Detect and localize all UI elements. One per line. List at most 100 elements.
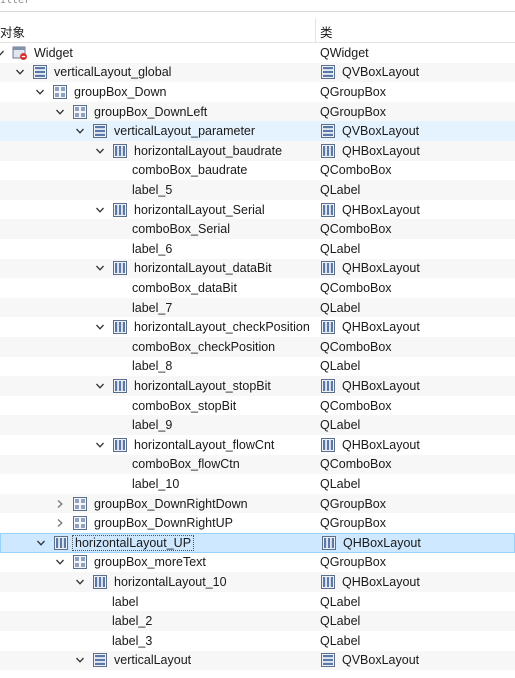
tree-row[interactable]: label_10 QLabel — [0, 474, 515, 494]
expand-arrow-down-icon[interactable] — [94, 321, 106, 333]
expand-arrow-down-icon[interactable] — [34, 86, 46, 98]
tree-row[interactable]: label_7 QLabel — [0, 297, 515, 318]
expand-arrow-down-icon[interactable] — [0, 47, 6, 59]
class-cell: QHBoxLayout — [320, 376, 420, 396]
hbox-icon — [320, 319, 336, 335]
tree-row[interactable]: comboBox_Serial QComboBox — [0, 219, 515, 239]
tree-row[interactable]: horizontalLayout_UP QHBoxLayout — [0, 533, 515, 553]
tree-row[interactable]: groupBox_DownLeft QGroupBox — [0, 101, 515, 122]
column-header-class[interactable]: 类 — [320, 22, 333, 41]
object-name[interactable]: verticalLayout_global — [54, 65, 171, 79]
expand-arrow-down-icon[interactable] — [54, 106, 66, 118]
object-cell: label — [94, 592, 138, 612]
expand-arrow-right-icon[interactable] — [54, 517, 66, 529]
tree-row[interactable]: label_8 QLabel — [0, 357, 515, 377]
tree-row[interactable]: groupBox_DownRightDown QGroupBox — [0, 493, 515, 514]
tree-row[interactable]: verticalLayout_parameter QVBoxLayout — [0, 121, 515, 141]
expand-arrow-down-icon[interactable] — [94, 204, 106, 216]
object-name[interactable]: horizontalLayout_Serial — [134, 203, 265, 217]
object-name[interactable]: verticalLayout_parameter — [114, 124, 255, 138]
tree-row[interactable]: horizontalLayout_Serial QHBoxLayout — [0, 200, 515, 220]
object-cell: horizontalLayout_stopBit — [94, 376, 271, 396]
class-name: QVBoxLayout — [342, 124, 420, 139]
expand-arrow-down-icon[interactable] — [94, 262, 106, 274]
groupbox-icon — [72, 515, 88, 531]
object-name[interactable]: label_2 — [112, 614, 152, 628]
tree-row[interactable]: horizontalLayout_10 QHBoxLayout — [0, 572, 515, 592]
tree-row[interactable]: horizontalLayout_checkPosition QHBoxLayou… — [0, 317, 515, 337]
tree-row[interactable]: horizontalLayout_dataBit QHBoxLayout — [0, 258, 515, 279]
class-cell: QGroupBox — [320, 494, 386, 514]
object-name[interactable]: horizontalLayout_10 — [114, 575, 227, 589]
column-divider[interactable] — [315, 18, 316, 42]
object-name[interactable]: comboBox_flowCtn — [132, 457, 240, 471]
tree-row[interactable]: Widget QWidget — [0, 43, 515, 63]
expand-arrow-down-icon[interactable] — [74, 576, 86, 588]
object-name[interactable]: comboBox_baudrate — [132, 163, 247, 177]
tree-row[interactable]: comboBox_baudrate QComboBox — [0, 161, 515, 181]
tree-row[interactable]: horizontalLayout_stopBit QHBoxLayout — [0, 376, 515, 396]
expand-arrow-down-icon[interactable] — [74, 654, 86, 666]
tree-row[interactable]: label_9 QLabel — [0, 415, 515, 435]
object-name[interactable]: groupBox_moreText — [94, 555, 206, 569]
object-name[interactable]: horizontalLayout_flowCnt — [134, 438, 274, 452]
expand-arrow-down-icon[interactable] — [35, 537, 47, 549]
object-name[interactable]: comboBox_dataBit — [132, 281, 237, 295]
object-name[interactable]: label_7 — [132, 301, 172, 315]
object-name[interactable]: comboBox_Serial — [132, 222, 230, 236]
tree-row[interactable]: comboBox_checkPosition QComboBox — [0, 337, 515, 357]
object-name[interactable]: horizontalLayout_dataBit — [134, 261, 272, 275]
expand-arrow-down-icon[interactable] — [54, 556, 66, 568]
tree-row[interactable]: groupBox_moreText QGroupBox — [0, 553, 515, 573]
object-name[interactable]: label_8 — [132, 359, 172, 373]
object-name[interactable]: groupBox_Down — [74, 85, 166, 99]
object-name[interactable]: label — [112, 595, 138, 609]
tree-row[interactable]: groupBox_DownRightUP QGroupBox — [0, 513, 515, 533]
object-name[interactable]: verticalLayout — [114, 653, 191, 667]
tree-row[interactable]: horizontalLayout_flowCnt QHBoxLayout — [0, 435, 515, 455]
tree-row[interactable]: label_5 QLabel — [0, 180, 515, 200]
column-header-object[interactable]: 对象 — [0, 22, 25, 41]
expand-arrow-down-icon[interactable] — [94, 145, 106, 157]
expand-arrow-down-icon[interactable] — [94, 380, 106, 392]
object-name[interactable]: groupBox_DownRightUP — [94, 516, 233, 530]
tree-row[interactable]: comboBox_stopBit QComboBox — [0, 396, 515, 416]
object-name[interactable]: groupBox_DownRightDown — [94, 497, 248, 511]
object-name[interactable]: comboBox_stopBit — [132, 399, 236, 413]
tree-row[interactable]: label QLabel — [0, 592, 515, 612]
object-name[interactable]: label_9 — [132, 418, 172, 432]
object-name[interactable]: horizontalLayout_checkPosition — [134, 320, 310, 334]
tree-row[interactable]: label_3 QLabel — [0, 631, 515, 651]
hbox-icon — [320, 437, 336, 453]
object-cell: verticalLayout — [74, 651, 191, 671]
class-name: QWidget — [320, 45, 369, 60]
expand-arrow-down-icon[interactable] — [14, 66, 26, 78]
object-name[interactable]: label_6 — [132, 242, 172, 256]
tree-row[interactable]: comboBox_dataBit QComboBox — [0, 278, 515, 298]
object-name[interactable]: horizontalLayout_stopBit — [134, 379, 271, 393]
object-name[interactable]: label_10 — [132, 477, 179, 491]
object-name[interactable]: comboBox_checkPosition — [132, 340, 275, 354]
groupbox-icon — [72, 104, 88, 120]
object-name[interactable]: horizontalLayout_baudrate — [134, 144, 282, 158]
filter-input[interactable]: ilter — [0, 0, 515, 12]
tree-row[interactable]: label_2 QLabel — [0, 611, 515, 631]
object-name[interactable]: horizontalLayout_UP — [72, 534, 195, 551]
object-name[interactable]: groupBox_DownLeft — [94, 105, 207, 119]
class-cell: QWidget — [320, 43, 369, 63]
object-name[interactable]: label_5 — [132, 183, 172, 197]
tree-row[interactable]: horizontalLayout_baudrate QHBoxLayout — [0, 141, 515, 161]
expand-arrow-down-icon[interactable] — [94, 439, 106, 451]
expand-arrow-down-icon[interactable] — [74, 125, 86, 137]
class-cell: QLabel — [320, 611, 360, 631]
tree-row[interactable]: verticalLayout_global QVBoxLayout — [0, 62, 515, 83]
class-cell: QLabel — [320, 415, 360, 435]
class-cell: QLabel — [320, 180, 360, 200]
expand-arrow-right-icon[interactable] — [54, 498, 66, 510]
tree-row[interactable]: groupBox_Down QGroupBox — [0, 82, 515, 102]
tree-row[interactable]: comboBox_flowCtn QComboBox — [0, 454, 515, 475]
object-name[interactable]: Widget — [34, 46, 73, 60]
tree-row[interactable]: label_6 QLabel — [0, 239, 515, 259]
object-name[interactable]: label_3 — [112, 634, 152, 648]
tree-row[interactable]: verticalLayout QVBoxLayout — [0, 650, 515, 671]
